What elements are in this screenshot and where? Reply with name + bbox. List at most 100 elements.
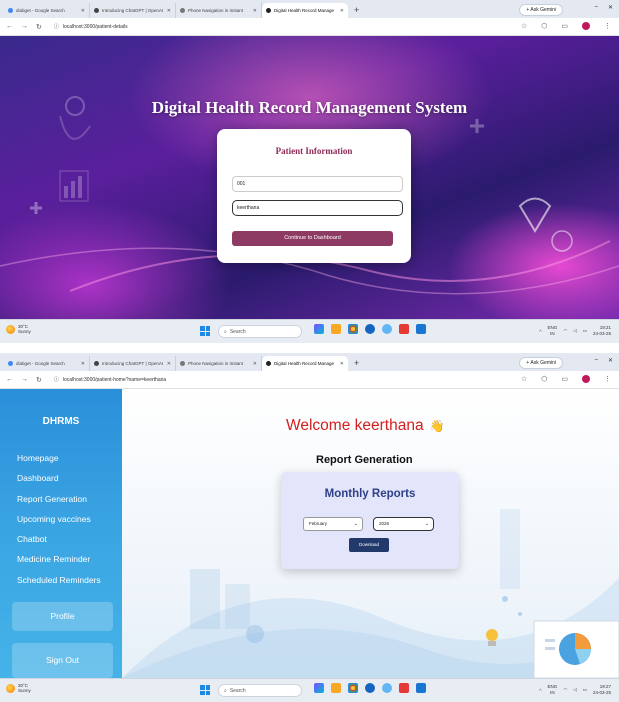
wifi-icon[interactable]: ◠ (563, 328, 567, 334)
site-favicon-icon (180, 361, 185, 366)
browser-tab[interactable]: Phone Navigation in Instant ✕ (176, 356, 262, 371)
weather-widget[interactable]: 30°C Sunny (6, 324, 31, 334)
chevron-up-icon[interactable]: ^ (539, 329, 541, 334)
browser-tab[interactable]: diabget - Google Search ✕ (4, 3, 90, 18)
close-window-icon[interactable]: ✕ (608, 357, 613, 364)
sidebar-item-dashboard[interactable]: Dashboard (17, 468, 101, 488)
extensions-icon[interactable]: ⬡ (541, 375, 547, 383)
close-tab-icon[interactable]: ✕ (340, 8, 344, 14)
sidebar-icon[interactable]: ▭ (561, 22, 568, 30)
profile-icon[interactable] (582, 375, 590, 383)
vscode-icon[interactable] (416, 324, 426, 334)
star-icon[interactable]: ☆ (521, 375, 527, 383)
minimize-icon[interactable]: – (595, 357, 598, 364)
date-text: 24-03-25 (592, 331, 611, 336)
address-bar-row: ← → ↻ ⓘ localhost:3000/patient-details ☆ … (0, 18, 619, 36)
browser-tab[interactable]: diabget - Google Search ✕ (4, 356, 90, 371)
search-app-icon[interactable] (382, 324, 392, 334)
search-app-icon[interactable] (382, 683, 392, 693)
patient-id-input[interactable]: 001 (232, 176, 403, 192)
sidebar-item-chatbot[interactable]: Chatbot (17, 529, 101, 549)
year-select[interactable]: 2026 ⌄ (373, 517, 434, 531)
close-tab-icon[interactable]: ✕ (167, 8, 171, 14)
file-explorer-icon[interactable] (331, 683, 341, 693)
site-info-icon[interactable]: ⓘ (54, 23, 59, 30)
app-icon[interactable] (399, 683, 409, 693)
reload-icon[interactable]: ↻ (36, 376, 42, 384)
star-icon[interactable]: ☆ (521, 22, 527, 30)
close-tab-icon[interactable]: ✕ (340, 361, 344, 367)
language-indicator[interactable]: ENG IN (548, 325, 558, 337)
profile-icon[interactable] (582, 22, 590, 30)
clock[interactable]: 19:21 24-03-25 (593, 325, 611, 337)
forward-icon[interactable]: → (21, 376, 28, 383)
new-tab-button[interactable]: + (348, 356, 365, 371)
menu-icon[interactable]: ⋮ (604, 22, 611, 30)
month-select[interactable]: February ⌄ (303, 517, 363, 531)
url-field[interactable]: ⓘ localhost:3000/patient-details (54, 23, 128, 31)
lang-text: ENG (547, 325, 558, 330)
clock[interactable]: 19:27 24-03-25 (593, 684, 611, 696)
volume-icon[interactable]: ◁ (573, 687, 576, 693)
weather-widget[interactable]: 30°C Sunny (6, 683, 31, 693)
profile-button[interactable]: Profile (12, 602, 113, 631)
copilot-icon[interactable] (314, 324, 324, 334)
welcome-text: Welcome keerthana (286, 417, 424, 434)
ask-gemini-button[interactable]: + Ask Gemini (519, 4, 563, 16)
browser-tab-active[interactable]: Digital Health Record Manage ✕ (262, 356, 348, 371)
sidebar-icon[interactable]: ▭ (561, 375, 568, 383)
close-tab-icon[interactable]: ✕ (81, 361, 85, 367)
chevron-up-icon[interactable]: ^ (539, 688, 541, 693)
vscode-icon[interactable] (416, 683, 426, 693)
chrome-icon[interactable] (348, 324, 358, 334)
close-tab-icon[interactable]: ✕ (253, 8, 257, 14)
extensions-icon[interactable]: ⬡ (541, 22, 547, 30)
continue-to-dashboard-button[interactable]: Continue to Dashboard (232, 231, 393, 246)
battery-icon[interactable]: ▭ (583, 687, 587, 693)
battery-icon[interactable]: ▭ (583, 328, 587, 334)
browser-tab[interactable]: Introducing ChatGPT | OpenAI ✕ (90, 356, 176, 371)
lang-text: ENG (547, 684, 558, 689)
edge-icon[interactable] (365, 324, 375, 334)
forward-icon[interactable]: → (21, 23, 28, 30)
language-indicator[interactable]: ENG IN (548, 684, 558, 696)
url-field[interactable]: ⓘ localhost:3000/patient-home?name=keerth… (54, 376, 166, 384)
sidebar-item-homepage[interactable]: Homepage (17, 448, 101, 468)
taskbar-search[interactable]: ⌕ Search (218, 325, 302, 338)
sidebar-item-scheduled-reminders[interactable]: Scheduled Reminders (17, 570, 101, 590)
browser-tab[interactable]: Introducing ChatGPT | OpenAI ✕ (90, 3, 176, 18)
close-tab-icon[interactable]: ✕ (81, 8, 85, 14)
browser-tab[interactable]: Phone Navigation in Instant ✕ (176, 3, 262, 18)
system-tray: ^ ENG IN ◠ ◁ ▭ 19:27 24-03-25 (539, 684, 611, 696)
windows-start-icon[interactable] (200, 326, 210, 336)
wifi-icon[interactable]: ◠ (563, 687, 567, 693)
site-info-icon[interactable]: ⓘ (54, 376, 59, 383)
sidebar-item-upcoming-vaccines[interactable]: Upcoming vaccines (17, 509, 101, 529)
browser-tab-active[interactable]: Digital Health Record Manage ✕ (262, 3, 348, 18)
close-tab-icon[interactable]: ✕ (167, 361, 171, 367)
copilot-icon[interactable] (314, 683, 324, 693)
close-tab-icon[interactable]: ✕ (253, 361, 257, 367)
back-icon[interactable]: ← (6, 376, 13, 383)
taskbar-search[interactable]: ⌕ Search (218, 684, 302, 697)
close-window-icon[interactable]: ✕ (608, 4, 613, 11)
windows-start-icon[interactable] (200, 685, 210, 695)
sidebar-item-report-generation[interactable]: Report Generation (17, 489, 101, 509)
menu-icon[interactable]: ⋮ (604, 375, 611, 383)
patient-info-card: Patient Information 001 keerthana Contin… (217, 129, 411, 263)
app-icon[interactable] (399, 324, 409, 334)
patient-name-input[interactable]: keerthana (232, 200, 403, 216)
download-button[interactable]: Download (349, 538, 389, 552)
chrome-icon[interactable] (348, 683, 358, 693)
new-tab-button[interactable]: + (348, 3, 365, 18)
sign-out-button[interactable]: Sign Out (12, 643, 113, 678)
edge-icon[interactable] (365, 683, 375, 693)
volume-icon[interactable]: ◁ (573, 328, 576, 334)
system-tray: ^ ENG IN ◠ ◁ ▭ 19:21 24-03-25 (539, 325, 611, 337)
reload-icon[interactable]: ↻ (36, 23, 42, 31)
ask-gemini-button[interactable]: + Ask Gemini (519, 357, 563, 369)
back-icon[interactable]: ← (6, 23, 13, 30)
sidebar-item-medicine-reminder[interactable]: Medicine Reminder (17, 549, 101, 569)
minimize-icon[interactable]: – (595, 4, 598, 11)
file-explorer-icon[interactable] (331, 324, 341, 334)
